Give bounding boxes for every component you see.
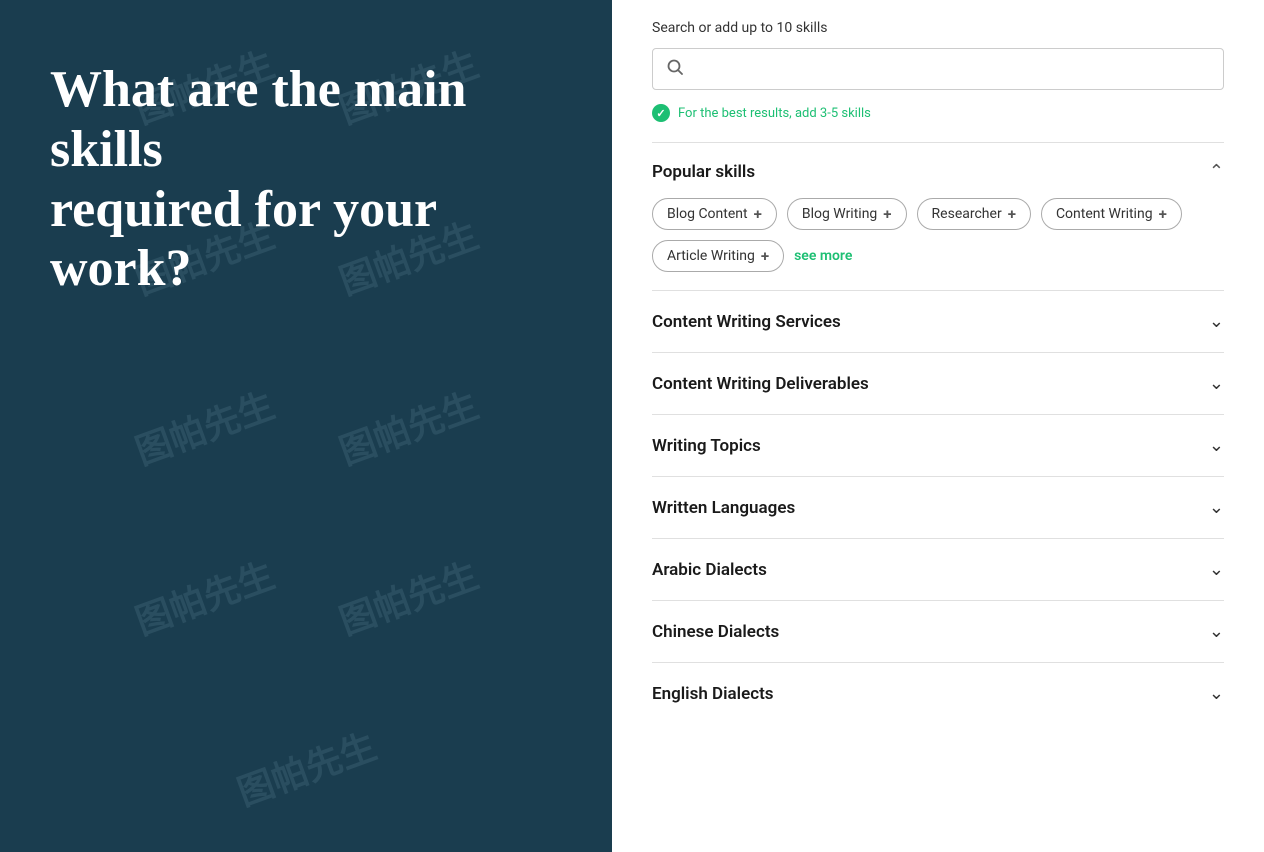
section-header-english-dialects[interactable]: English Dialects ⌄ <box>652 683 1224 704</box>
skill-tag-article-writing[interactable]: Article Writing + <box>652 240 784 272</box>
search-icon <box>667 59 683 79</box>
skill-label-blog-content: Blog Content <box>667 206 748 222</box>
section-title-writing-topics: Writing Topics <box>652 436 761 456</box>
skill-tag-blog-content[interactable]: Blog Content + <box>652 198 777 230</box>
section-header-writing-topics[interactable]: Writing Topics ⌄ <box>652 435 1224 456</box>
section-chinese-dialects: Chinese Dialects ⌄ <box>652 600 1224 662</box>
skill-add-researcher[interactable]: + <box>1008 205 1016 223</box>
section-writing-topics: Writing Topics ⌄ <box>652 414 1224 476</box>
section-title-written-languages: Written Languages <box>652 498 795 518</box>
popular-skills-title: Popular skills <box>652 162 755 182</box>
see-more-link[interactable]: see more <box>794 248 852 264</box>
section-english-dialects: English Dialects ⌄ <box>652 662 1224 724</box>
skills-list: Blog Content + Blog Writing + Researcher… <box>652 198 1224 272</box>
popular-skills-chevron-up: ⌃ <box>1209 161 1224 182</box>
page-heading: What are the main skills required for yo… <box>50 60 562 299</box>
hint-text: For the best results, add 3-5 skills <box>678 106 871 121</box>
skill-label-content-writing: Content Writing <box>1056 206 1153 222</box>
hint-row: For the best results, add 3-5 skills <box>652 104 1224 122</box>
skill-tag-researcher[interactable]: Researcher + <box>917 198 1031 230</box>
skill-label-blog-writing: Blog Writing <box>802 206 877 222</box>
left-panel: 图帕先生 图帕先生 图帕先生 图帕先生 图帕先生 图帕先生 图帕先生 图帕先生 … <box>0 0 612 852</box>
skill-add-blog-writing[interactable]: + <box>883 205 891 223</box>
section-content-writing-deliverables: Content Writing Deliverables ⌄ <box>652 352 1224 414</box>
chevron-down-writing-topics: ⌄ <box>1209 435 1224 456</box>
chevron-down-english-dialects: ⌄ <box>1209 683 1224 704</box>
section-content-writing-services: Content Writing Services ⌄ <box>652 290 1224 352</box>
search-input[interactable] <box>693 61 1209 78</box>
section-title-chinese-dialects: Chinese Dialects <box>652 622 779 642</box>
section-title-english-dialects: English Dialects <box>652 684 774 704</box>
section-title-content-writing-services: Content Writing Services <box>652 312 841 332</box>
skill-tag-blog-writing[interactable]: Blog Writing + <box>787 198 907 230</box>
search-box[interactable] <box>652 48 1224 90</box>
chevron-down-content-writing-services: ⌄ <box>1209 311 1224 332</box>
chevron-down-arabic-dialects: ⌄ <box>1209 559 1224 580</box>
skill-tag-content-writing[interactable]: Content Writing + <box>1041 198 1182 230</box>
chevron-down-chinese-dialects: ⌄ <box>1209 621 1224 642</box>
chevron-down-written-languages: ⌄ <box>1209 497 1224 518</box>
skill-add-content-writing[interactable]: + <box>1159 205 1167 223</box>
section-header-arabic-dialects[interactable]: Arabic Dialects ⌄ <box>652 559 1224 580</box>
popular-skills-header[interactable]: Popular skills ⌃ <box>652 161 1224 182</box>
section-header-chinese-dialects[interactable]: Chinese Dialects ⌄ <box>652 621 1224 642</box>
section-written-languages: Written Languages ⌄ <box>652 476 1224 538</box>
search-label: Search or add up to 10 skills <box>652 20 1224 36</box>
section-title-arabic-dialects: Arabic Dialects <box>652 560 767 580</box>
skill-add-article-writing[interactable]: + <box>761 247 769 265</box>
skill-label-article-writing: Article Writing <box>667 248 755 264</box>
chevron-down-content-writing-deliverables: ⌄ <box>1209 373 1224 394</box>
section-arabic-dialects: Arabic Dialects ⌄ <box>652 538 1224 600</box>
popular-skills-section: Popular skills ⌃ Blog Content + Blog Wri… <box>652 142 1224 290</box>
section-title-content-writing-deliverables: Content Writing Deliverables <box>652 374 869 394</box>
hint-check-icon <box>652 104 670 122</box>
skill-add-blog-content[interactable]: + <box>754 205 762 223</box>
section-header-content-writing-services[interactable]: Content Writing Services ⌄ <box>652 311 1224 332</box>
right-panel: Search or add up to 10 skills For the be… <box>612 0 1264 852</box>
section-header-written-languages[interactable]: Written Languages ⌄ <box>652 497 1224 518</box>
section-header-content-writing-deliverables[interactable]: Content Writing Deliverables ⌄ <box>652 373 1224 394</box>
skill-label-researcher: Researcher <box>932 206 1002 222</box>
